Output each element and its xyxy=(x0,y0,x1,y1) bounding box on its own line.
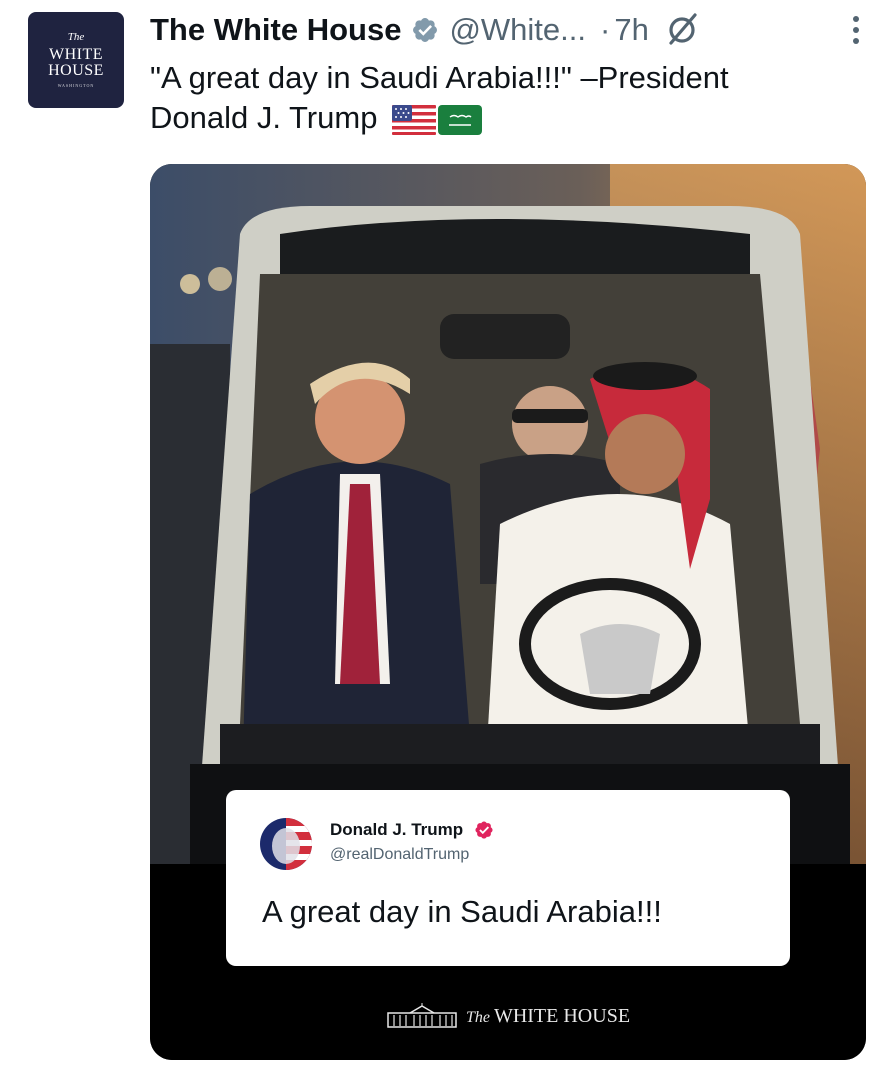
quoted-post-card[interactable]: Donald J. Trump @realDonaldTrump A great… xyxy=(226,790,790,966)
us-flag-icon xyxy=(392,104,437,135)
saudi-flag-icon xyxy=(438,104,483,135)
tweet-text-line-2-wrap: Donald J. Trump xyxy=(150,98,850,138)
grok-icon[interactable] xyxy=(663,11,701,49)
tweet-text-line-2: Donald J. Trump xyxy=(150,100,378,135)
tweet-text: "A great day in Saudi Arabia!!!" –Presid… xyxy=(150,58,850,138)
white-house-footer-label: The WHITE HOUSE xyxy=(466,1005,630,1028)
author-display-name[interactable]: The White House xyxy=(150,12,401,48)
quoted-verified-icon xyxy=(475,821,493,839)
more-options-icon[interactable] xyxy=(846,12,866,48)
avatar-text-the: The xyxy=(67,31,85,43)
quoted-post-text: A great day in Saudi Arabia!!! xyxy=(262,894,662,929)
avatar-text-white: WHITE xyxy=(48,46,104,63)
quoted-author-avatar[interactable] xyxy=(260,818,312,870)
footer-the: The xyxy=(465,1008,490,1026)
white-house-watermark: The WHITE HOUSE xyxy=(150,996,866,1036)
tweet-text-line-1: "A great day in Saudi Arabia!!!" –Presid… xyxy=(150,60,729,95)
tweet-header: The White House @White... · 7h xyxy=(150,8,866,52)
author-handle[interactable]: @White... xyxy=(449,12,586,48)
header-separator: · xyxy=(600,12,611,47)
tweet-timestamp[interactable]: 7h xyxy=(614,12,648,48)
avatar-text-washington: WASHINGTON xyxy=(57,83,95,88)
verified-badge-icon[interactable] xyxy=(411,16,439,44)
author-avatar[interactable]: The WHITE HOUSE WASHINGTON xyxy=(28,12,124,108)
quoted-author-name: Donald J. Trump xyxy=(330,820,464,839)
quoted-author-handle: @realDonaldTrump xyxy=(330,846,470,863)
avatar-text-house: HOUSE xyxy=(48,62,104,79)
footer-white-house: WHITE HOUSE xyxy=(493,1004,631,1027)
white-house-building-icon xyxy=(387,1003,457,1028)
tweet-media-image[interactable]: Donald J. Trump @realDonaldTrump A great… xyxy=(150,164,866,1060)
